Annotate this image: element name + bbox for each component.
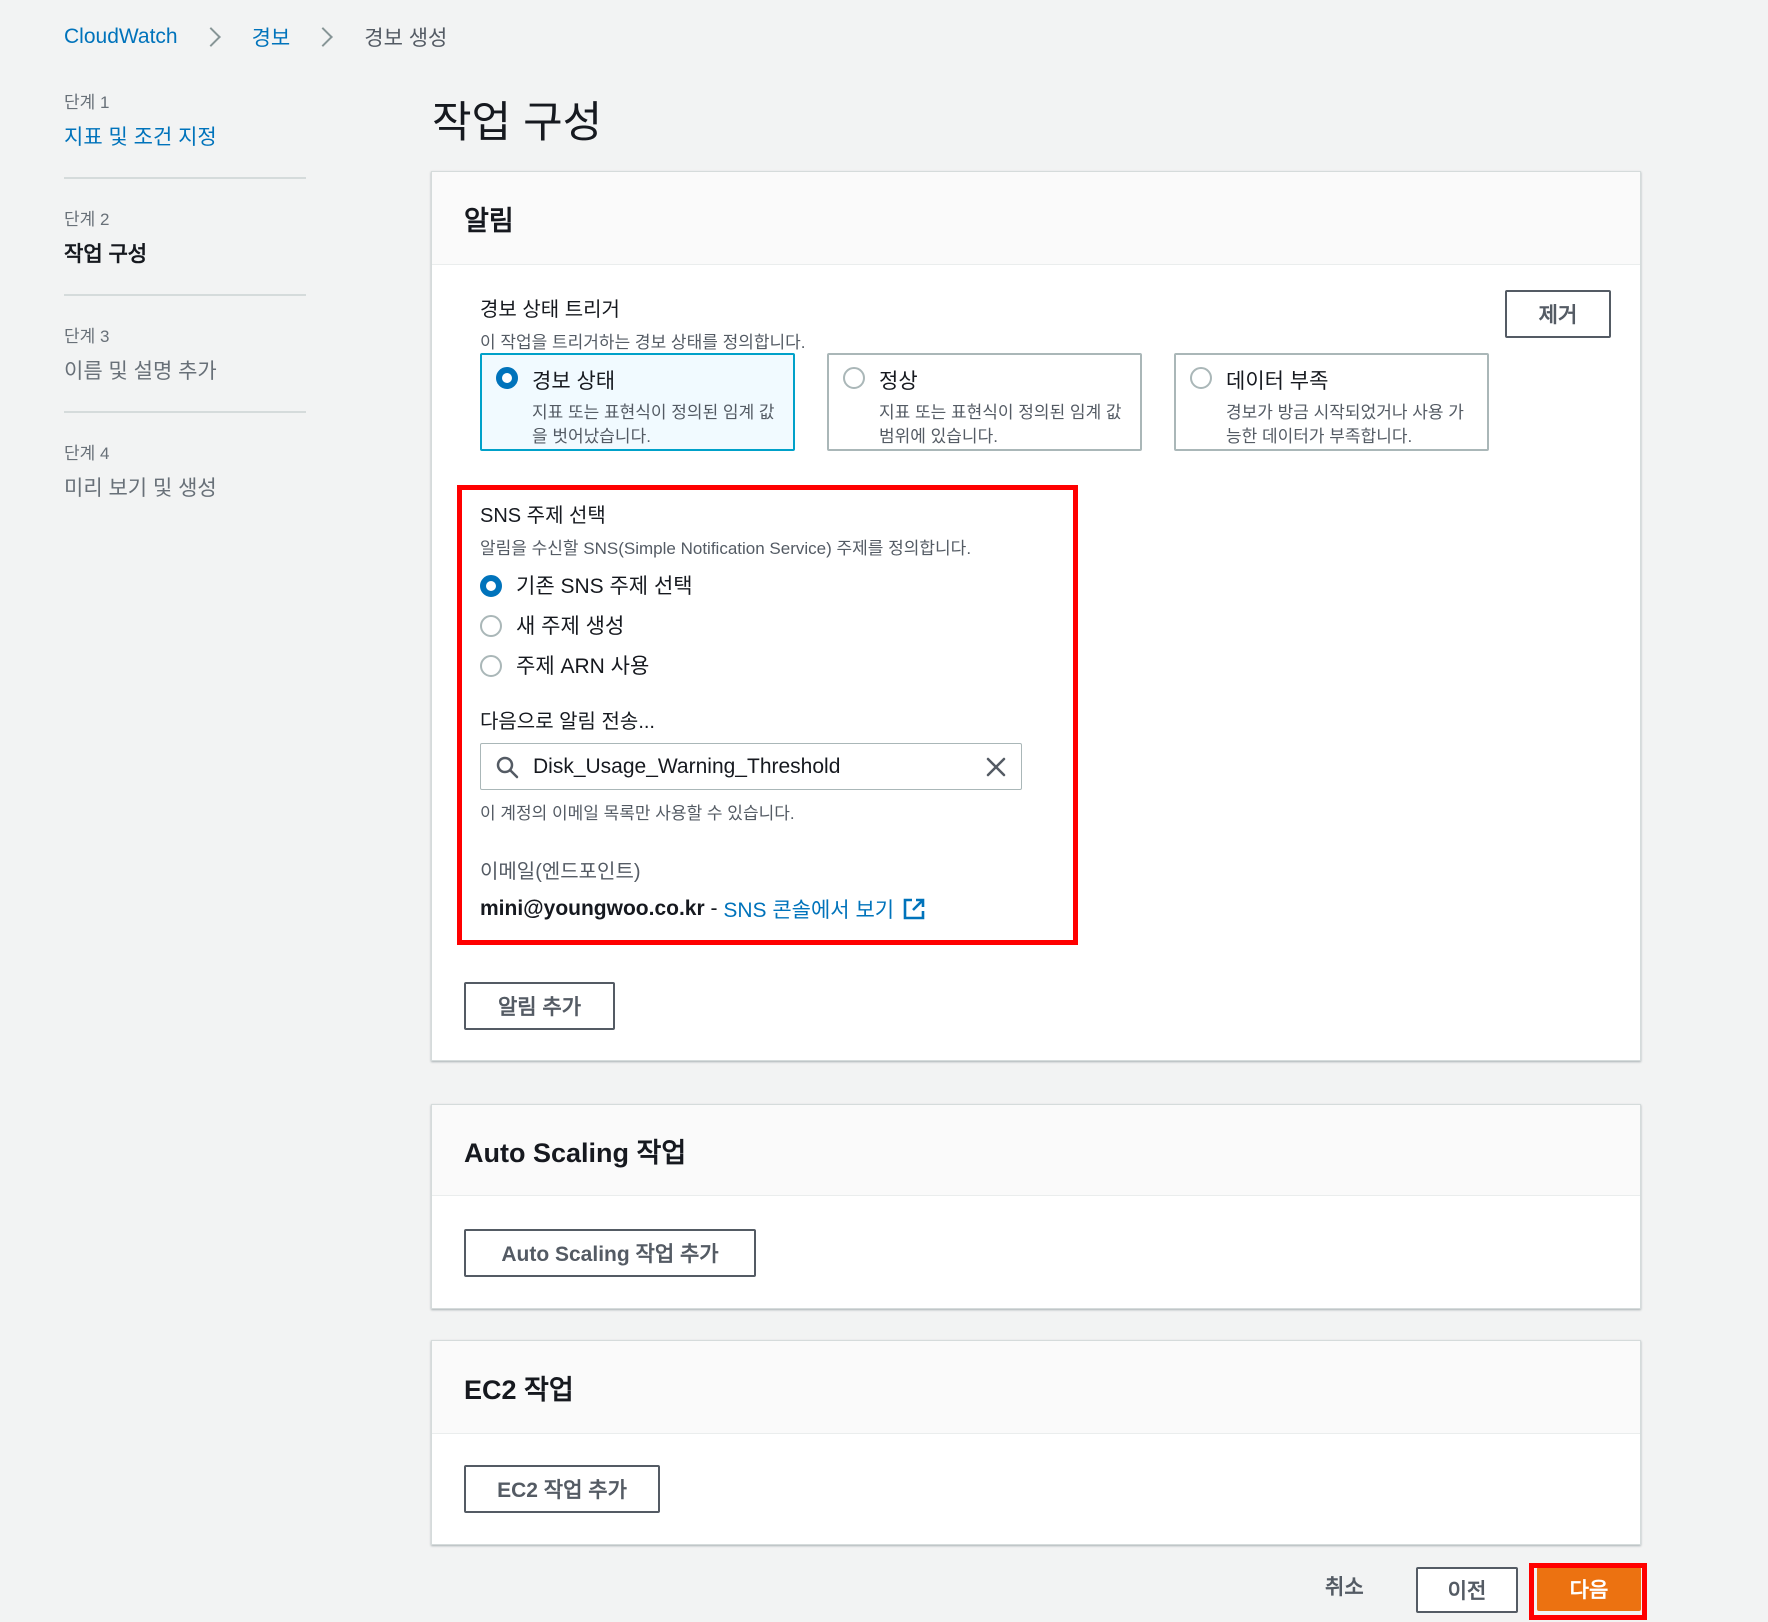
panel-header: 알림: [432, 172, 1640, 265]
option-label: 주제 ARN 사용: [516, 655, 650, 678]
breadcrumb-current: 경보 생성: [364, 27, 448, 50]
radio-icon[interactable]: [843, 367, 865, 389]
autoscaling-panel: Auto Scaling 작업 Auto Scaling 작업 추가: [431, 1104, 1641, 1309]
tile-description: 지표 또는 표현식이 정의된 임계 값 범위에 있습니다.: [879, 403, 1122, 446]
radio-selected-icon[interactable]: [496, 367, 518, 389]
step-number: 단계 3: [64, 327, 110, 346]
ec2-panel: EC2 작업 EC2 작업 추가: [431, 1340, 1641, 1545]
panel-header: EC2 작업: [432, 1341, 1640, 1434]
clear-icon[interactable]: [985, 756, 1007, 778]
tile-insufficient-data[interactable]: 데이터 부족 경보가 방금 시작되었거나 사용 가능한 데이터가 부족합니다.: [1174, 353, 1489, 451]
sns-option-existing[interactable]: 기존 SNS 주제 선택: [480, 565, 1040, 605]
step-label-add-name: 이름 및 설명 추가: [64, 360, 217, 383]
tile-description: 지표 또는 표현식이 정의된 임계 값을 벗어났습니다.: [532, 403, 775, 446]
tile-title: 데이터 부족: [1226, 370, 1329, 393]
step-2: 단계 2 작업 구성: [64, 205, 306, 296]
email-label: 이메일(엔드포인트): [480, 861, 641, 883]
option-label: 새 주제 생성: [516, 615, 625, 638]
email-endpoint: mini@youngwoo.co.kr - SNS 콘솔에서 보기: [480, 894, 926, 924]
step-3: 단계 3 이름 및 설명 추가: [64, 322, 306, 413]
option-label: 기존 SNS 주제 선택: [516, 575, 693, 598]
tile-ok[interactable]: 정상 지표 또는 표현식이 정의된 임계 값 범위에 있습니다.: [827, 353, 1142, 451]
page-title: 작업 구성: [432, 99, 603, 147]
remove-button[interactable]: 제거: [1505, 290, 1611, 338]
sns-console-link[interactable]: SNS 콘솔에서 보기: [723, 894, 894, 924]
sns-option-new[interactable]: 새 주제 생성: [480, 605, 1040, 645]
search-icon: [496, 756, 519, 778]
sns-option-arn[interactable]: 주제 ARN 사용: [480, 645, 1040, 685]
step-number: 단계 4: [64, 444, 110, 463]
previous-button[interactable]: 이전: [1416, 1567, 1518, 1613]
sns-label: SNS 주제 선택: [480, 505, 606, 527]
radio-icon[interactable]: [480, 615, 502, 637]
step-number: 단계 2: [64, 210, 110, 229]
tile-title: 경보 상태: [532, 370, 616, 393]
email-separator: -: [704, 897, 724, 920]
email-value: mini@youngwoo.co.kr: [480, 897, 705, 920]
radio-icon[interactable]: [1190, 367, 1212, 389]
email-hint: 이 계정의 이메일 목록만 사용할 수 있습니다.: [480, 804, 795, 823]
step-label-preview: 미리 보기 및 생성: [64, 477, 217, 500]
topic-search-input[interactable]: Disk_Usage_Warning_Threshold: [480, 743, 1022, 790]
trigger-description: 이 작업을 트리거하는 경보 상태를 정의합니다.: [480, 333, 806, 352]
topic-value: Disk_Usage_Warning_Threshold: [533, 754, 841, 778]
trigger-label: 경보 상태 트리거: [480, 299, 620, 321]
panel-title: Auto Scaling 작업: [464, 1137, 687, 1168]
chevron-right-icon: [200, 27, 221, 47]
step-1: 단계 1 지표 및 조건 지정: [64, 88, 306, 179]
panel-title: 알림: [464, 205, 514, 236]
breadcrumb-cloudwatch[interactable]: CloudWatch: [64, 25, 178, 49]
cancel-button[interactable]: 취소: [1325, 1571, 1364, 1601]
trigger-section: 경보 상태 트리거 이 작업을 트리거하는 경보 상태를 정의합니다.: [480, 293, 806, 353]
next-button[interactable]: 다음: [1537, 1567, 1641, 1611]
radio-icon[interactable]: [480, 655, 502, 677]
breadcrumb-alarms[interactable]: 경보: [252, 22, 291, 52]
sns-description: 알림을 수신할 SNS(Simple Notification Service)…: [480, 539, 972, 558]
step-number: 단계 1: [64, 93, 110, 112]
tile-in-alarm[interactable]: 경보 상태 지표 또는 표현식이 정의된 임계 값을 벗어났습니다.: [480, 353, 795, 451]
panel-header: Auto Scaling 작업: [432, 1105, 1640, 1196]
radio-selected-icon[interactable]: [480, 575, 502, 597]
breadcrumb: CloudWatch 경보 경보 생성: [64, 20, 447, 54]
send-to-label: 다음으로 알림 전송...: [480, 711, 655, 733]
external-link-icon[interactable]: [902, 897, 926, 921]
alarm-state-tiles: 경보 상태 지표 또는 표현식이 정의된 임계 값을 벗어났습니다. 정상 지표…: [480, 353, 1489, 451]
add-autoscaling-action-button[interactable]: Auto Scaling 작업 추가: [464, 1229, 756, 1277]
sns-topic-section: SNS 주제 선택 알림을 수신할 SNS(Simple Notificatio…: [480, 499, 1040, 685]
tile-description: 경보가 방금 시작되었거나 사용 가능한 데이터가 부족합니다.: [1226, 403, 1464, 446]
panel-title: EC2 작업: [464, 1374, 574, 1405]
tile-title: 정상: [879, 370, 918, 393]
notification-panel: 알림 경보 상태 트리거 이 작업을 트리거하는 경보 상태를 정의합니다. 제…: [431, 171, 1641, 1061]
chevron-right-icon: [313, 27, 334, 47]
step-link-specify-metric[interactable]: 지표 및 조건 지정: [64, 121, 306, 151]
wizard-steps: 단계 1 지표 및 조건 지정 단계 2 작업 구성 단계 3 이름 및 설명 …: [64, 88, 306, 554]
step-label-configure-actions: 작업 구성: [64, 243, 148, 266]
add-ec2-action-button[interactable]: EC2 작업 추가: [464, 1465, 660, 1513]
add-notification-button[interactable]: 알림 추가: [464, 982, 615, 1030]
step-4: 단계 4 미리 보기 및 생성: [64, 439, 306, 528]
